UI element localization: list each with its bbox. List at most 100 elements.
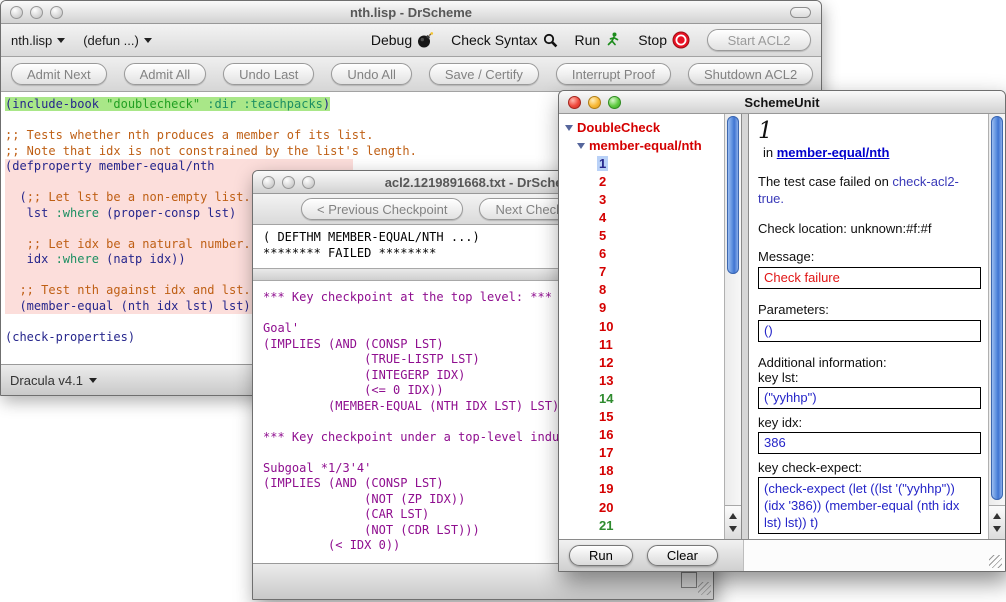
traffic-lights bbox=[568, 96, 621, 109]
editor-toolbar: nth.lisp (defun ...) Debug bbox=[1, 24, 821, 57]
defun-dropdown[interactable]: (defun ...) bbox=[83, 33, 152, 48]
clear-button[interactable]: Clear bbox=[647, 545, 718, 566]
scrollbar-thumb[interactable] bbox=[991, 116, 1003, 500]
tree-group-item[interactable]: member-equal/nth bbox=[565, 136, 724, 154]
key-lst-field[interactable]: ("yyhhp") bbox=[758, 387, 981, 409]
toolbar-toggle-button[interactable] bbox=[790, 7, 811, 18]
editor-titlebar[interactable]: nth.lisp - DrScheme bbox=[1, 1, 821, 24]
failure-prefix: The test case failed on bbox=[758, 174, 892, 189]
test-tree-pane: DoubleCheck member-equal/nth 12345678910… bbox=[559, 114, 742, 539]
tree-case-item[interactable]: 18 bbox=[565, 462, 724, 480]
key-idx-label: key idx: bbox=[758, 415, 982, 430]
tree-scrollbar[interactable] bbox=[724, 114, 741, 539]
schemeunit-bottombar: Run Clear bbox=[559, 539, 1005, 571]
detail-scrollbar[interactable] bbox=[988, 114, 1005, 539]
test-tree: DoubleCheck member-equal/nth 12345678910… bbox=[559, 114, 724, 539]
chevron-down-icon bbox=[144, 38, 152, 43]
resize-grip-icon[interactable] bbox=[989, 555, 1002, 568]
run-label: Run bbox=[575, 32, 601, 48]
close-button[interactable] bbox=[568, 96, 581, 109]
parameters-field[interactable]: () bbox=[758, 320, 981, 342]
tree-case-item[interactable]: 9 bbox=[565, 299, 724, 317]
scroll-up-icon[interactable] bbox=[729, 513, 737, 519]
scroll-up-icon[interactable] bbox=[993, 513, 1001, 519]
check-syntax-button[interactable]: Check Syntax bbox=[451, 32, 557, 48]
tree-root-item[interactable]: DoubleCheck bbox=[565, 118, 724, 136]
scrollbar-thumb[interactable] bbox=[727, 116, 739, 274]
minimize-button[interactable] bbox=[282, 176, 295, 189]
parameters-label: Parameters: bbox=[758, 302, 982, 317]
schemeunit-main: DoubleCheck member-equal/nth 12345678910… bbox=[559, 114, 1005, 539]
minimize-button[interactable] bbox=[30, 6, 43, 19]
tree-case-item[interactable]: 1 bbox=[565, 154, 724, 172]
disclosure-triangle-icon[interactable] bbox=[577, 143, 585, 149]
desktop: nth.lisp - DrScheme nth.lisp (defun ...)… bbox=[0, 0, 1006, 602]
additional-info-label: Additional information: bbox=[758, 355, 982, 370]
close-button[interactable] bbox=[10, 6, 23, 19]
tree-case-item[interactable]: 4 bbox=[565, 208, 724, 226]
disclosure-triangle-icon[interactable] bbox=[565, 125, 573, 131]
start-acl2-button[interactable]: Start ACL2 bbox=[707, 29, 811, 51]
close-button[interactable] bbox=[262, 176, 275, 189]
debug-button[interactable]: Debug bbox=[371, 32, 434, 48]
tree-case-item[interactable]: 6 bbox=[565, 245, 724, 263]
zoom-button[interactable] bbox=[608, 96, 621, 109]
admit-next-button[interactable]: Admit Next bbox=[11, 63, 107, 85]
scrollbar-arrows bbox=[725, 505, 741, 539]
interrupt-proof-button[interactable]: Interrupt Proof bbox=[556, 63, 671, 85]
message-label: Message: bbox=[758, 249, 982, 264]
run-button[interactable]: Run bbox=[575, 32, 622, 48]
tree-case-item[interactable]: 16 bbox=[565, 426, 724, 444]
tree-case-item[interactable]: 14 bbox=[565, 389, 724, 407]
window-title: nth.lisp - DrScheme bbox=[1, 5, 821, 20]
tree-case-item[interactable]: 2 bbox=[565, 172, 724, 190]
case-link[interactable]: member-equal/nth bbox=[777, 145, 890, 160]
tree-case-item[interactable]: 20 bbox=[565, 498, 724, 516]
scroll-down-icon[interactable] bbox=[729, 526, 737, 532]
in-prefix: in bbox=[763, 145, 777, 160]
minimize-button[interactable] bbox=[588, 96, 601, 109]
admit-all-button[interactable]: Admit All bbox=[124, 63, 207, 85]
tree-case-item[interactable]: 11 bbox=[565, 335, 724, 353]
run-tests-button[interactable]: Run bbox=[569, 545, 633, 566]
check-location: Check location: unknown:#f:#f bbox=[758, 221, 982, 236]
zoom-button[interactable] bbox=[302, 176, 315, 189]
traffic-lights bbox=[262, 176, 315, 189]
tree-case-item[interactable]: 7 bbox=[565, 263, 724, 281]
key-idx-field[interactable]: 386 bbox=[758, 432, 981, 454]
tree-case-item[interactable]: 15 bbox=[565, 408, 724, 426]
tree-case-item[interactable]: 10 bbox=[565, 317, 724, 335]
scroll-down-icon[interactable] bbox=[993, 526, 1001, 532]
tree-case-item[interactable]: 17 bbox=[565, 444, 724, 462]
tree-case-item[interactable]: 21 bbox=[565, 516, 724, 534]
key-check-expect-field[interactable]: (check-expect (let ((lst '("yyhhp")) (id… bbox=[758, 477, 981, 534]
tree-case-item[interactable]: 5 bbox=[565, 227, 724, 245]
key-lst-label: key lst: bbox=[758, 370, 982, 385]
tree-case-item[interactable]: 13 bbox=[565, 371, 724, 389]
save-certify-button[interactable]: Save / Certify bbox=[429, 63, 539, 85]
case-in-line: in member-equal/nth bbox=[763, 145, 982, 160]
status-square-widget[interactable] bbox=[681, 572, 697, 588]
file-dropdown[interactable]: nth.lisp bbox=[11, 33, 65, 48]
message-field[interactable]: Check failure bbox=[758, 267, 981, 289]
undo-all-button[interactable]: Undo All bbox=[331, 63, 411, 85]
toolbar-actions: Debug Check Syntax bbox=[371, 29, 811, 51]
case-number-heading: 1 bbox=[758, 118, 982, 144]
tree-case-item[interactable]: 19 bbox=[565, 480, 724, 498]
undo-last-button[interactable]: Undo Last bbox=[223, 63, 314, 85]
tree-group-label: member-equal/nth bbox=[589, 138, 702, 153]
previous-checkpoint-button[interactable]: < Previous Checkpoint bbox=[301, 198, 463, 220]
stop-button[interactable]: Stop bbox=[638, 31, 690, 49]
language-dropdown[interactable]: Dracula v4.1 bbox=[10, 373, 97, 388]
resize-grip-icon[interactable] bbox=[698, 582, 711, 595]
tree-case-item[interactable]: 8 bbox=[565, 281, 724, 299]
tree-case-item[interactable]: 12 bbox=[565, 353, 724, 371]
start-acl2-label: Start ACL2 bbox=[728, 33, 791, 48]
failure-description: The test case failed on check-acl2-true. bbox=[758, 173, 982, 207]
defun-dropdown-label: (defun ...) bbox=[83, 33, 139, 48]
schemeunit-titlebar[interactable]: SchemeUnit bbox=[559, 91, 1005, 114]
zoom-button[interactable] bbox=[50, 6, 63, 19]
tree-case-item[interactable]: 3 bbox=[565, 190, 724, 208]
chevron-down-icon bbox=[89, 378, 97, 383]
shutdown-acl2-button[interactable]: Shutdown ACL2 bbox=[688, 63, 813, 85]
